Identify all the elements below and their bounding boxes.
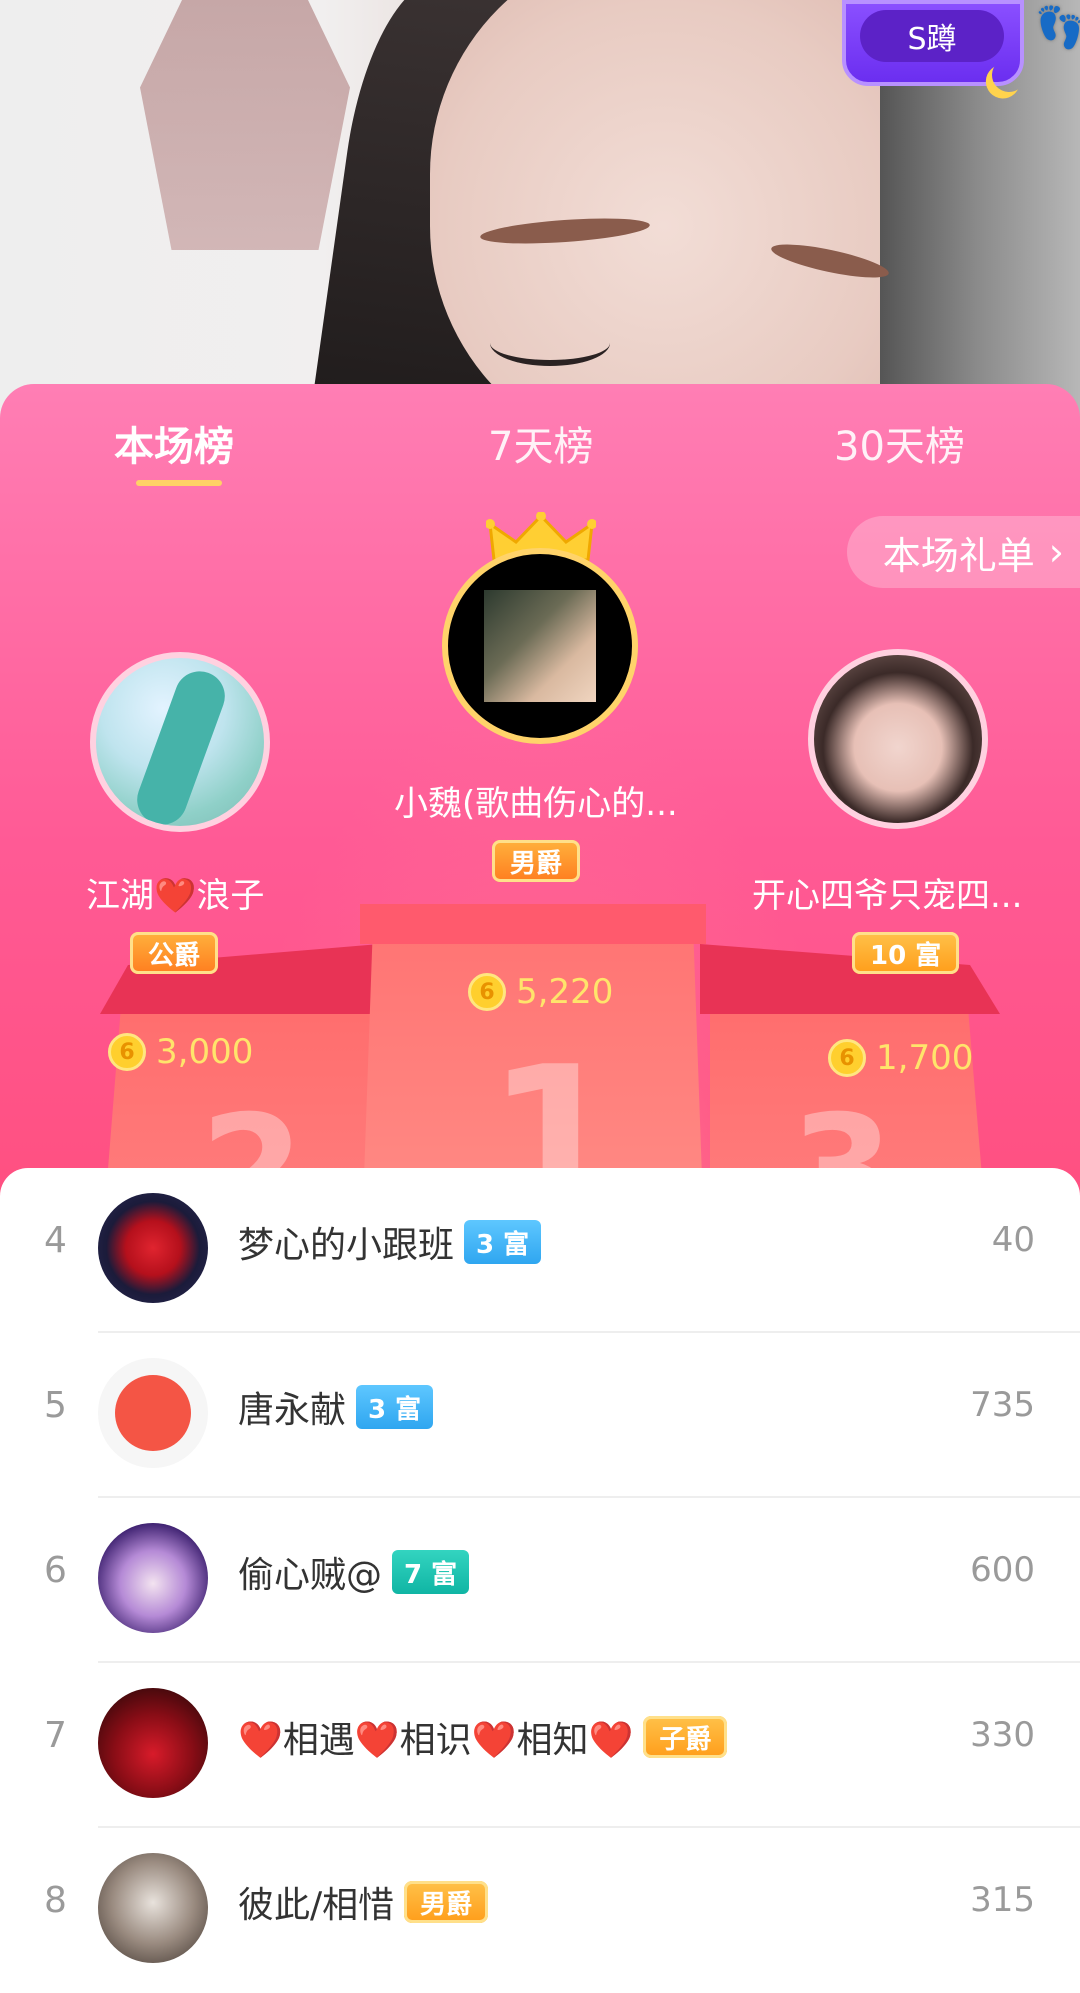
avatar[interactable] bbox=[98, 1853, 208, 1963]
rank-number: 4 bbox=[44, 1220, 67, 1261]
user-name: ❤️相遇❤️相识❤️相知❤️ 子爵 bbox=[238, 1711, 728, 1763]
background-ornament bbox=[140, 0, 350, 250]
rank-number: 5 bbox=[44, 1385, 67, 1426]
first-place-title-badge: 男爵 bbox=[492, 840, 581, 882]
rank-number: 8 bbox=[44, 1880, 67, 1921]
coin-icon: 6 bbox=[108, 1033, 146, 1071]
wealth-level-badge: 3 富 bbox=[464, 1220, 542, 1264]
contribution-value: 600 bbox=[970, 1550, 1035, 1590]
gift-list-button[interactable]: 本场礼单 › bbox=[846, 516, 1080, 588]
third-place-avatar[interactable] bbox=[808, 649, 988, 829]
ranking-list: 4 梦心的小跟班 3 富 40 5 唐永献 3 富 735 6 偷心贼@ 7 富… bbox=[0, 1168, 1080, 1963]
rank-number: 6 bbox=[44, 1550, 67, 1591]
pk-rank-label: S蹲 bbox=[860, 10, 1004, 62]
contribution-value: 330 bbox=[970, 1715, 1035, 1755]
second-place-score: 6 3,000 bbox=[108, 1032, 253, 1072]
list-item[interactable]: 6 偷心贼@ 7 富 600 bbox=[0, 1498, 1080, 1663]
list-item[interactable]: 4 梦心的小跟班 3 富 40 bbox=[0, 1168, 1080, 1333]
list-item[interactable]: 7 ❤️相遇❤️相识❤️相知❤️ 子爵 330 bbox=[0, 1663, 1080, 1828]
user-name: 唐永献 3 富 bbox=[238, 1381, 434, 1433]
first-place-score: 6 5,220 bbox=[468, 972, 613, 1012]
second-place-avatar[interactable] bbox=[90, 652, 270, 832]
first-place-avatar[interactable] bbox=[442, 548, 638, 744]
avatar[interactable] bbox=[98, 1688, 208, 1798]
tab-30-days[interactable]: 30天榜 bbox=[834, 414, 965, 472]
chevron-right-icon: › bbox=[1048, 530, 1064, 574]
second-place-title-badge: 公爵 bbox=[130, 932, 219, 974]
avatar[interactable] bbox=[98, 1523, 208, 1633]
noble-title-badge: 子爵 bbox=[643, 1716, 728, 1758]
gift-list-label: 本场礼单 bbox=[882, 533, 1035, 578]
third-place-name: 开心四爷只宠四... bbox=[752, 876, 1023, 916]
coin-icon: 6 bbox=[468, 973, 506, 1011]
contribution-value: 315 bbox=[970, 1880, 1035, 1920]
user-name: 偷心贼@ 7 富 bbox=[238, 1546, 470, 1598]
contribution-value: 40 bbox=[991, 1220, 1035, 1260]
leaderboard-tabs: 本场榜 7天榜 30天榜 bbox=[0, 384, 1080, 512]
avatar[interactable] bbox=[98, 1358, 208, 1468]
contribution-value: 735 bbox=[970, 1385, 1035, 1425]
list-item[interactable]: 8 彼此/相惜 男爵 315 bbox=[0, 1828, 1080, 1993]
tab-7-days[interactable]: 7天榜 bbox=[488, 414, 593, 472]
coin-icon: 6 bbox=[828, 1039, 866, 1077]
first-place-name: 小魏(歌曲伤心的... bbox=[394, 784, 678, 824]
rank-number: 7 bbox=[44, 1715, 67, 1756]
tab-this-session[interactable]: 本场榜 bbox=[114, 414, 234, 472]
wealth-level-badge: 7 富 bbox=[392, 1550, 470, 1594]
heart-icon: ❤️ bbox=[154, 876, 197, 916]
noble-title-badge: 男爵 bbox=[404, 1881, 489, 1923]
winking-face-icon bbox=[115, 1375, 191, 1451]
wealth-level-badge: 3 富 bbox=[356, 1385, 434, 1429]
second-place-name: 江湖❤️浪子 bbox=[86, 876, 265, 916]
active-tab-indicator bbox=[136, 480, 222, 486]
footprint-icon[interactable]: 👣 bbox=[1035, 4, 1080, 58]
third-place-score: 6 1,700 bbox=[828, 1038, 973, 1078]
pk-rank-badge[interactable]: S蹲 bbox=[842, 0, 1024, 86]
user-name: 彼此/相惜 男爵 bbox=[238, 1876, 489, 1928]
user-name: 梦心的小跟班 3 富 bbox=[238, 1216, 542, 1268]
third-place-title-badge: 10 富 bbox=[852, 932, 960, 974]
list-item[interactable]: 5 唐永献 3 富 735 bbox=[0, 1333, 1080, 1498]
avatar[interactable] bbox=[98, 1193, 208, 1303]
